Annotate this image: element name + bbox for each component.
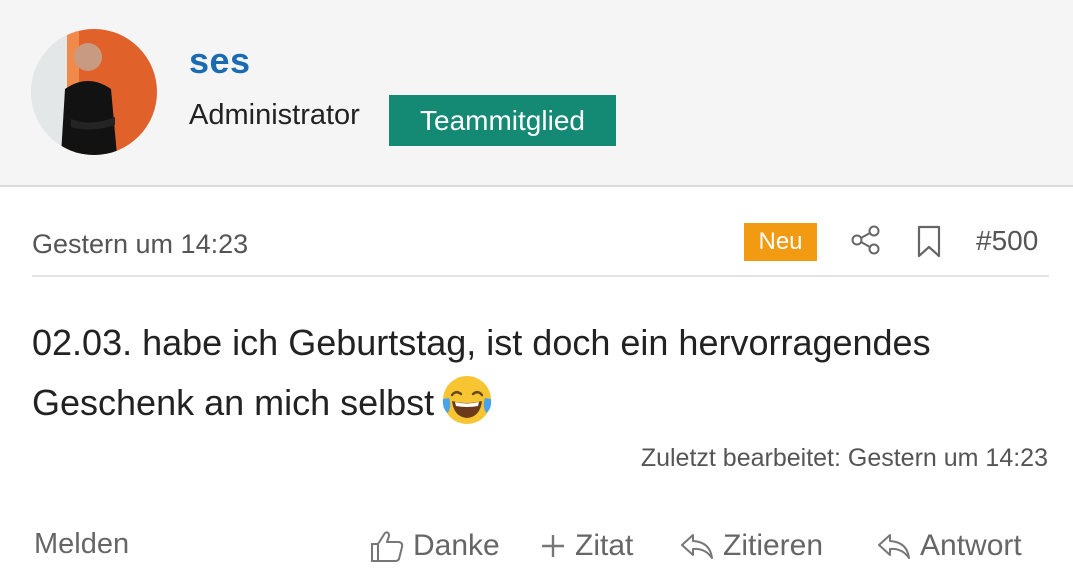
share-icon[interactable] xyxy=(850,224,882,256)
user-role: Administrator xyxy=(189,99,360,131)
post-meta: Gestern um 14:23 Neu #500 xyxy=(32,215,1049,277)
quote-label: Zitat xyxy=(575,529,634,562)
post-body: 02.03. habe ich Geburtstag, ist doch ein… xyxy=(32,313,1042,433)
cite-label: Zitieren xyxy=(723,529,824,562)
bookmark-icon[interactable] xyxy=(916,225,942,259)
thumbs-up-icon xyxy=(371,531,404,562)
report-button[interactable]: Melden xyxy=(34,528,129,561)
team-badge: Teammitglied xyxy=(389,95,616,146)
post-number[interactable]: #500 xyxy=(976,225,1038,257)
thanks-button[interactable]: Danke xyxy=(369,526,500,566)
post-date[interactable]: Gestern um 14:23 xyxy=(32,229,248,260)
avatar[interactable] xyxy=(31,29,157,155)
username[interactable]: ses xyxy=(189,40,251,82)
reply-arrow-icon xyxy=(878,534,910,559)
post-actions: Melden Danke Zitat Zitieren Antwort xyxy=(0,520,1073,570)
user-header: ses Administrator Teammitglied xyxy=(0,0,1073,187)
quote-button[interactable]: Zitat xyxy=(539,526,633,566)
new-badge: Neu xyxy=(744,223,817,261)
reply-button[interactable]: Antwort xyxy=(876,526,1022,566)
reply-label: Antwort xyxy=(920,529,1022,562)
reply-arrow-icon xyxy=(681,534,713,559)
edited-note: Zuletzt bearbeitet: Gestern um 14:23 xyxy=(640,444,1048,472)
thanks-label: Danke xyxy=(413,529,500,562)
plus-icon xyxy=(542,535,564,557)
cite-button[interactable]: Zitieren xyxy=(679,526,823,566)
face-with-tears-of-joy-icon xyxy=(443,376,492,424)
